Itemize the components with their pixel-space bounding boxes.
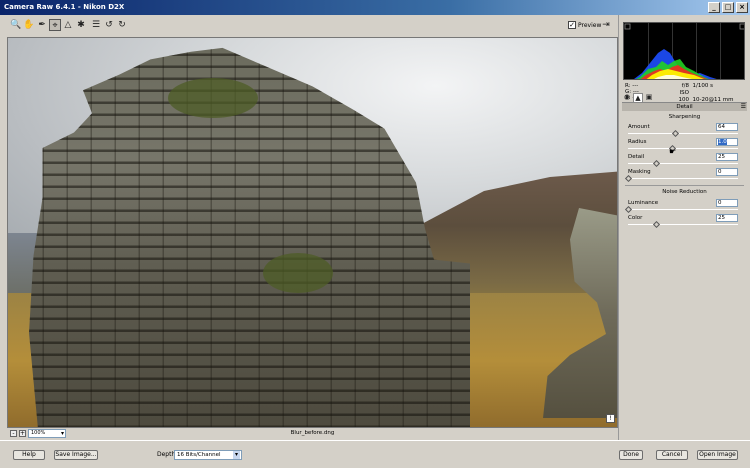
preview-toggle[interactable]: ✓ Preview bbox=[568, 21, 601, 29]
bottom-bar: Help Save Image... Depth: 16 Bits/Channe… bbox=[0, 440, 750, 468]
amount-slider-thumb[interactable] bbox=[672, 129, 680, 138]
detail-field[interactable]: 25 bbox=[716, 153, 738, 161]
panel-tabs: ◉ ▲ ▣ bbox=[622, 93, 747, 103]
info-icon[interactable]: ! bbox=[606, 414, 615, 423]
zoom-tool-icon[interactable]: 🔍 bbox=[10, 19, 22, 31]
noise-reduction-title: Noise Reduction bbox=[662, 189, 707, 195]
histogram-graph bbox=[624, 23, 744, 79]
save-image-button[interactable]: Save Image... bbox=[54, 450, 98, 460]
masking-field[interactable]: 0 bbox=[716, 168, 738, 176]
window-title: Camera Raw 6.4.1 - Nikon D2X bbox=[4, 3, 125, 11]
tab-detail[interactable]: ▲ bbox=[633, 93, 643, 102]
white-balance-tool-icon[interactable]: ✒ bbox=[36, 19, 48, 31]
hand-tool-icon[interactable]: ✋ bbox=[23, 19, 35, 31]
cancel-button[interactable]: Cancel bbox=[656, 450, 688, 460]
minimize-button[interactable]: _ bbox=[708, 2, 720, 13]
divider bbox=[625, 185, 744, 186]
straighten-tool-icon[interactable]: △ bbox=[62, 19, 74, 31]
sharpening-title: Sharpening bbox=[668, 114, 701, 120]
window-title-bar: Camera Raw 6.4.1 - Nikon D2X _ □ × bbox=[0, 0, 750, 15]
tab-basic[interactable]: ◉ bbox=[622, 93, 632, 102]
amount-label: Amount bbox=[628, 124, 650, 130]
detail-label: Detail bbox=[628, 154, 645, 160]
preview-label: Preview bbox=[578, 21, 602, 29]
crop-tool-icon[interactable]: ⌖ bbox=[49, 19, 61, 31]
tab-lens[interactable]: ▣ bbox=[644, 93, 654, 102]
color-slider-thumb[interactable] bbox=[652, 220, 660, 229]
luminance-slider-thumb[interactable] bbox=[624, 205, 633, 214]
panel-menu-icon[interactable]: ☰ bbox=[741, 103, 746, 111]
luminance-field[interactable]: 0 bbox=[716, 199, 738, 207]
masking-slider[interactable] bbox=[624, 174, 738, 183]
detail-slider[interactable] bbox=[628, 159, 738, 168]
moss-patch bbox=[263, 253, 333, 293]
depth-select[interactable]: 16 Bits/Channel bbox=[174, 450, 242, 460]
radius-label: Radius bbox=[628, 139, 647, 145]
mouse-cursor-icon: ☛ bbox=[669, 147, 677, 156]
spot-removal-tool-icon[interactable]: ✱ bbox=[75, 19, 87, 31]
detail-slider-thumb[interactable] bbox=[652, 159, 660, 168]
moss-patch bbox=[168, 78, 258, 118]
preview-checkbox[interactable]: ✓ bbox=[568, 21, 576, 29]
rotate-ccw-icon[interactable]: ↺ bbox=[103, 19, 115, 31]
rotate-cw-icon[interactable]: ↻ bbox=[116, 19, 128, 31]
help-button[interactable]: Help bbox=[13, 450, 45, 460]
color-label: Color bbox=[628, 215, 643, 221]
masking-label: Masking bbox=[628, 169, 651, 175]
aperture: f/8 bbox=[681, 83, 689, 89]
masking-slider-thumb[interactable] bbox=[624, 174, 633, 183]
fullscreen-icon[interactable]: ⇥ bbox=[600, 19, 612, 31]
maximize-button[interactable]: □ bbox=[722, 2, 734, 13]
luminance-slider[interactable] bbox=[624, 205, 738, 214]
radius-slider[interactable] bbox=[628, 144, 738, 153]
histogram bbox=[623, 22, 745, 80]
luminance-label: Luminance bbox=[628, 200, 659, 206]
color-field[interactable]: 25 bbox=[716, 214, 738, 222]
open-image-button[interactable]: Open Image bbox=[697, 450, 738, 460]
panel-title: Detail bbox=[676, 104, 693, 110]
toolbar: 🔍 ✋ ✒ ⌖ △ ✱ ☰ ↺ ↻ ✓ Preview ⇥ bbox=[0, 15, 618, 37]
close-button[interactable]: × bbox=[736, 2, 748, 13]
image-preview[interactable]: ! bbox=[7, 37, 618, 428]
zoom-status-bar: - + 100% Blur_before.dng bbox=[7, 428, 618, 440]
amount-slider[interactable] bbox=[628, 129, 738, 138]
color-slider[interactable] bbox=[628, 220, 738, 229]
file-name: Blur_before.dng bbox=[290, 430, 335, 436]
adjustments-panel: R: --- G: --- B: --- f/8 1/100 s ISO 100… bbox=[618, 15, 750, 440]
done-button[interactable]: Done bbox=[619, 450, 643, 460]
shutter: 1/100 s bbox=[692, 83, 713, 89]
window-controls: _ □ × bbox=[708, 2, 748, 13]
panel-header: Detail ☰ bbox=[622, 103, 747, 111]
amount-field[interactable]: 64 bbox=[716, 123, 738, 131]
preferences-icon[interactable]: ☰ bbox=[90, 19, 102, 31]
radius-field[interactable]: 1.0 bbox=[716, 138, 738, 146]
